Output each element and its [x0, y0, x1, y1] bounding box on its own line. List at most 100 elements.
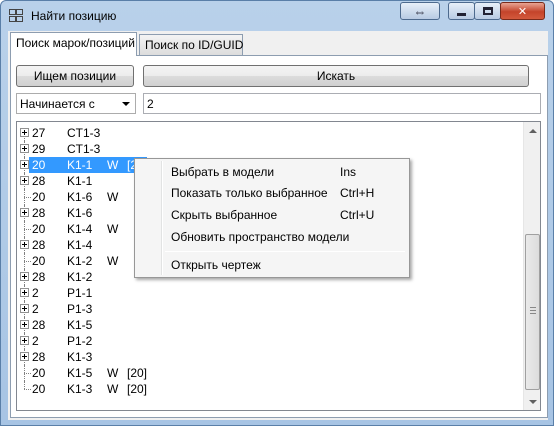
resize-arrows-icon: ⇔: [413, 3, 427, 19]
grip-line: [530, 310, 536, 311]
tree-cell-c1: 28: [32, 238, 46, 252]
tree-row[interactable]: 20 K1-5 W [20]: [17, 365, 515, 381]
window-client-area: Поиск марок/позиций Поиск по ID/GUID Ище…: [8, 31, 548, 420]
tree-leaf-line: [24, 229, 31, 230]
expand-plus-icon[interactable]: [20, 320, 29, 329]
menu-item-label: Открыть чертеж: [171, 258, 261, 272]
app-icon: [9, 9, 25, 24]
tree-row[interactable]: 20 K1-3 W [20]: [17, 381, 515, 397]
tree-cell-c2: K1-1: [67, 158, 93, 172]
expand-plus-icon[interactable]: [20, 208, 29, 217]
expand-plus-icon[interactable]: [20, 272, 29, 281]
menu-item-label: Показать только выбранное: [171, 186, 328, 200]
tree-cell-c2: K1-3: [67, 382, 93, 396]
close-button[interactable]: ✕: [500, 2, 545, 20]
tree-cell-c4: [20]: [127, 382, 148, 396]
tree-cell-c1: 28: [32, 270, 46, 284]
tree-cell-c1: 20: [32, 254, 46, 268]
menu-item-select-in-model[interactable]: Выбрать в модели Ins: [137, 162, 407, 182]
window-title: Найти позицию: [31, 9, 117, 23]
menu-item-refresh-model-space[interactable]: Обновить пространство модели: [137, 227, 407, 247]
tree-cell-c1: 2: [32, 286, 39, 300]
tree-cell-c3: W: [107, 190, 119, 204]
expand-plus-icon[interactable]: [20, 336, 29, 345]
menu-item-label: Обновить пространство модели: [171, 230, 350, 244]
maximize-button[interactable]: [474, 2, 501, 20]
tree-cell-c1: 28: [32, 350, 46, 364]
tree-cell-c2: P1-2: [67, 334, 93, 348]
tree-leaf-line: [24, 389, 31, 390]
menu-item-show-only-selected[interactable]: Показать только выбранное Ctrl+H: [137, 183, 407, 203]
tree-cell-c2: K1-5: [67, 366, 93, 380]
menu-item-shortcut: Ctrl+H: [340, 186, 375, 200]
match-mode-value: Начинается с: [20, 97, 95, 111]
tree-cell-c1: 28: [32, 206, 46, 220]
scroll-up-button[interactable]: [524, 122, 540, 139]
expand-plus-icon[interactable]: [20, 128, 29, 137]
tab-search-id-guid[interactable]: Поиск по ID/GUID: [139, 34, 243, 55]
tree-cell-c2: P1-3: [67, 302, 93, 316]
tree-row[interactable]: 28 K1-5: [17, 317, 515, 333]
tree-cell-c2: K1-3: [67, 350, 93, 364]
minimize-button[interactable]: [448, 2, 475, 20]
expand-plus-icon[interactable]: [20, 304, 29, 313]
match-mode-dropdown[interactable]: Начинается с: [16, 93, 136, 114]
tree-cell-c3: W: [107, 382, 119, 396]
tree-cell-c2: P1-1: [67, 286, 93, 300]
tree-row[interactable]: 2 P1-3: [17, 301, 515, 317]
vertical-scrollbar[interactable]: [523, 122, 540, 410]
menu-separator: [165, 251, 405, 252]
close-icon: ✕: [517, 5, 528, 18]
tree-cell-c1: 28: [32, 174, 46, 188]
tree-row[interactable]: 2 P1-1: [17, 285, 515, 301]
tree-cell-c2: K1-6: [67, 190, 93, 204]
tree-cell-c1: 2: [32, 334, 39, 348]
expand-plus-icon[interactable]: [20, 352, 29, 361]
tree-cell-c3: W: [107, 366, 119, 380]
expand-plus-icon[interactable]: [20, 288, 29, 297]
tree-cell-c2: CT1-3: [67, 142, 101, 156]
tree-cell-c4: [20]: [127, 366, 148, 380]
arrow-up-icon: [528, 128, 537, 133]
tree-cell-c3: W: [107, 254, 119, 268]
dropdown-arrow-icon[interactable]: [122, 102, 130, 106]
search-button[interactable]: Искать: [143, 65, 529, 87]
tree-cell-c1: 27: [32, 126, 46, 140]
expand-plus-icon[interactable]: [20, 176, 29, 185]
title-bar[interactable]: Найти позицию ⇔ ✕: [1, 1, 553, 31]
tree-cell-c2: K1-1: [67, 174, 93, 188]
tree-cell-c3: W: [107, 222, 119, 236]
tree-cell-c2: CT1-3: [67, 126, 101, 140]
grip-line: [530, 307, 536, 308]
menu-item-shortcut: Ins: [340, 165, 357, 179]
tree-cell-c2: K1-4: [67, 238, 93, 252]
expand-plus-icon[interactable]: [20, 160, 29, 169]
tree-cell-c1: 29: [32, 142, 46, 156]
menu-item-label: Скрыть выбранное: [171, 208, 278, 222]
search-query-input[interactable]: 2: [143, 93, 541, 114]
tab-search-marks[interactable]: Поиск марок/позиций: [10, 32, 137, 56]
menu-item-hide-selected[interactable]: Скрыть выбранное Ctrl+U: [137, 205, 407, 225]
tree-cell-c1: 20: [32, 158, 46, 172]
tree-row[interactable]: 28 K1-3: [17, 349, 515, 365]
menu-item-label: Выбрать в модели: [171, 165, 275, 179]
tree-row[interactable]: 27 CT1-3: [17, 125, 515, 149]
tree-row[interactable]: 2 P1-2: [17, 333, 515, 349]
tree-cell-c1: 2: [32, 302, 39, 316]
tree-cell-c1: 28: [32, 318, 46, 332]
expand-plus-icon[interactable]: [20, 144, 29, 153]
expand-plus-icon[interactable]: [20, 240, 29, 249]
scroll-down-button[interactable]: [524, 393, 540, 410]
search-positions-button[interactable]: Ищем позиции: [16, 65, 134, 87]
context-menu: Выбрать в модели Ins Показать только выб…: [134, 158, 410, 278]
menu-item-open-drawing[interactable]: Открыть чертеж: [137, 255, 407, 275]
resize-arrows-button[interactable]: ⇔: [400, 2, 440, 20]
tree-leaf-line: [24, 261, 31, 262]
tree-connector-line: [24, 381, 25, 389]
tree-cell-c2: K1-6: [67, 206, 93, 220]
maximize-icon: [482, 7, 493, 15]
tree-row[interactable]: 29 CT1-3: [17, 141, 515, 157]
tree-cell-c1: 20: [32, 222, 46, 236]
tree-leaf-line: [24, 197, 31, 198]
scroll-thumb[interactable]: [525, 234, 540, 390]
